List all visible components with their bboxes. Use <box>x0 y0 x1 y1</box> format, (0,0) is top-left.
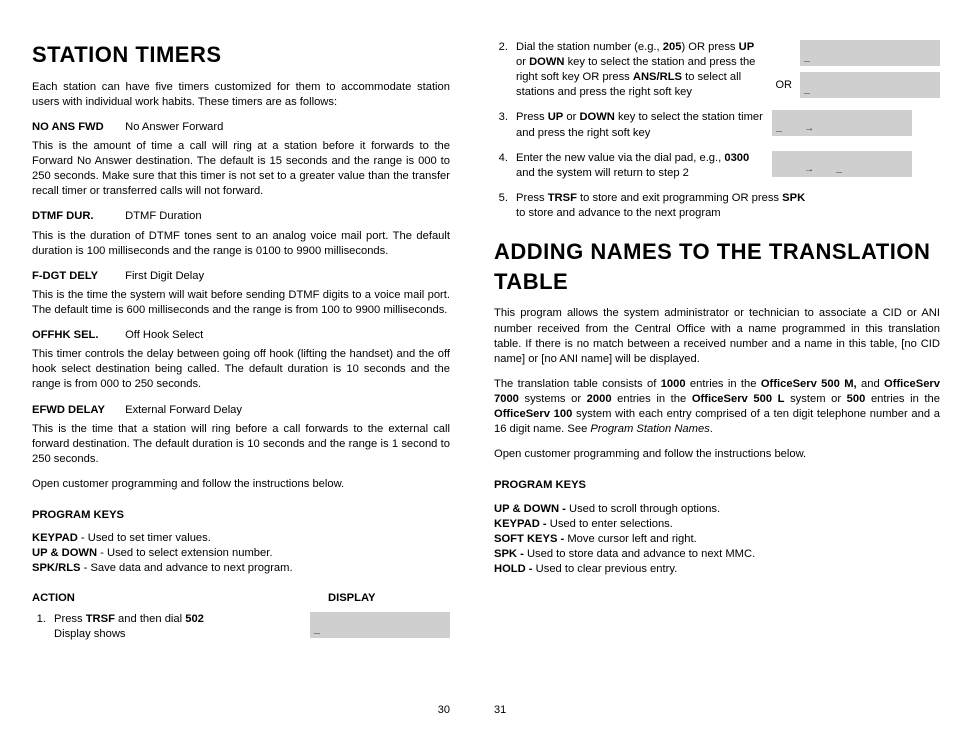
program-keys-heading: PROGRAM KEYS <box>494 478 940 493</box>
step: 2.Dial the station number (e.g., 205) OR… <box>494 40 940 100</box>
program-key-line: UP & DOWN - Used to select extension num… <box>32 546 450 561</box>
timer-term: EFWD DELAY External Forward Delay <box>32 403 450 418</box>
lcd-display: _ <box>800 40 940 66</box>
program-keys-list: UP & DOWN - Used to scroll through optio… <box>494 502 940 578</box>
page-spread: STATION TIMERS Each station can have fiv… <box>32 40 922 718</box>
program-keys-list: KEYPAD - Used to set timer values.UP & D… <box>32 531 450 576</box>
program-key-line: KEYPAD - Used to set timer values. <box>32 531 450 546</box>
steps-continued: 2.Dial the station number (e.g., 205) OR… <box>494 40 940 231</box>
page-number: 31 <box>494 691 940 718</box>
timer-desc: This is the duration of DTMF tones sent … <box>32 229 450 259</box>
lcd-display: _ → <box>772 110 912 136</box>
timer-term: OFFHK SEL. Off Hook Select <box>32 328 450 343</box>
trans-p1: This program allows the system administr… <box>494 306 940 366</box>
trans-p2: The translation table consists of 1000 e… <box>494 377 940 437</box>
step: 5.Press TRSF to store and exit programmi… <box>494 191 940 221</box>
open-cp-text: Open customer programming and follow the… <box>32 477 450 492</box>
program-keys-heading: PROGRAM KEYS <box>32 508 450 523</box>
lcd-display: → _ <box>772 151 912 177</box>
program-key-line: HOLD - Used to clear previous entry. <box>494 562 940 577</box>
col-display: DISPLAY <box>328 591 450 606</box>
step-1: 1. Press TRSF and then dial 502 Display … <box>32 612 450 642</box>
trans-p3: Open customer programming and follow the… <box>494 447 940 462</box>
page-number: 30 <box>32 691 450 718</box>
program-key-line: SOFT KEYS - Move cursor left and right. <box>494 532 940 547</box>
step: 4.Enter the new value via the dial pad, … <box>494 151 940 181</box>
action-display-header: ACTION DISPLAY <box>32 591 450 606</box>
program-key-line: SPK - Used to store data and advance to … <box>494 547 940 562</box>
lcd-display: _ <box>800 72 940 98</box>
timer-desc: This is the amount of time a call will r… <box>32 139 450 199</box>
page-left: STATION TIMERS Each station can have fiv… <box>32 40 450 718</box>
timer-desc: This timer controls the delay between go… <box>32 347 450 392</box>
program-key-line: UP & DOWN - Used to scroll through optio… <box>494 502 940 517</box>
timer-desc: This is the time the system will wait be… <box>32 288 450 318</box>
program-key-line: KEYPAD - Used to enter selections. <box>494 517 940 532</box>
timer-term: DTMF DUR. DTMF Duration <box>32 209 450 224</box>
heading-station-timers: STATION TIMERS <box>32 40 450 70</box>
heading-translation-table: ADDING NAMES TO THE TRANSLATION TABLE <box>494 237 940 296</box>
timer-term: NO ANS FWD No Answer Forward <box>32 120 450 135</box>
intro-text: Each station can have five timers custom… <box>32 80 450 110</box>
step: 3.Press UP or DOWN key to select the sta… <box>494 110 940 140</box>
lcd-display: _ <box>310 612 450 638</box>
timer-definitions: NO ANS FWD No Answer Forward This is the … <box>32 120 450 477</box>
timer-desc: This is the time that a station will rin… <box>32 422 450 467</box>
timer-term: F-DGT DELY First Digit Delay <box>32 269 450 284</box>
step-1-text: Press TRSF and then dial 502 Display sho… <box>54 612 302 642</box>
page-right: 2.Dial the station number (e.g., 205) OR… <box>494 40 940 718</box>
col-action: ACTION <box>32 591 328 606</box>
or-label: OR <box>776 78 793 93</box>
program-key-line: SPK/RLS - Save data and advance to next … <box>32 561 450 576</box>
